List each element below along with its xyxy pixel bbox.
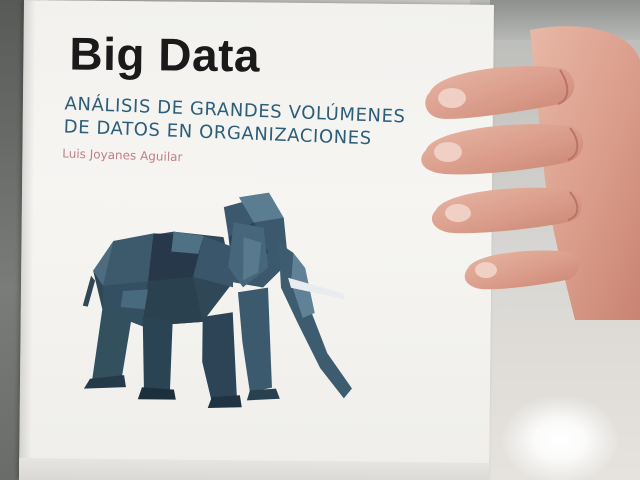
book-subtitle: ANÁLISIS DE GRANDES VOLÚMENES DE DATOS E… [63, 92, 444, 153]
book-author: Luis Joyanes Aguilar [62, 146, 183, 165]
book-bottom-edge [18, 457, 490, 480]
hand-holding-book [421, 26, 640, 320]
photo-scene: Big Data ANÁLISIS DE GRANDES VOLÚMENES D… [0, 0, 640, 480]
elephant-illustration [82, 192, 352, 408]
book-title: Big Data [69, 27, 261, 82]
light-glare [500, 395, 620, 480]
